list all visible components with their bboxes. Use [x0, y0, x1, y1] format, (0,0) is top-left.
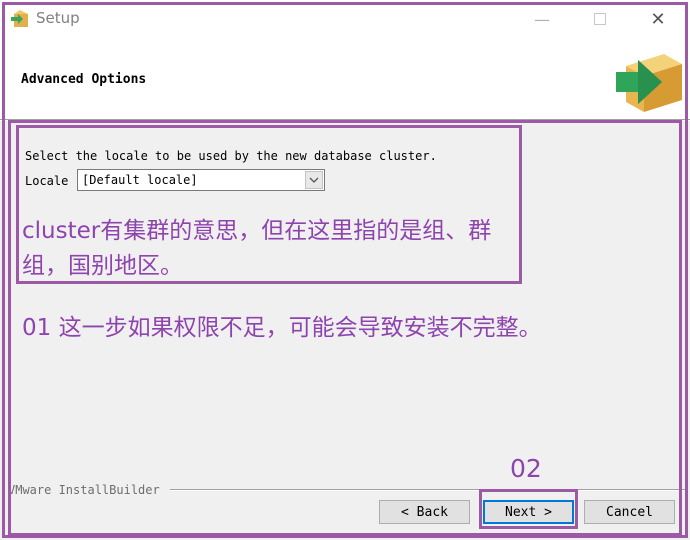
installer-arrow-box-icon [616, 54, 682, 112]
minimize-button[interactable]: — [522, 5, 562, 33]
minimize-icon: — [534, 9, 550, 29]
annotation-note-permissions: 01 这一步如果权限不足，可能会导致安装不完整。 [22, 315, 542, 341]
page-title: Advanced Options [21, 72, 147, 87]
window-title: Setup [36, 9, 80, 27]
wizard-header: Advanced Options [0, 38, 690, 119]
maximize-button[interactable] [580, 5, 620, 33]
close-button[interactable]: ✕ [638, 5, 678, 33]
cancel-button[interactable]: Cancel [584, 500, 675, 524]
title-bar: Setup — ✕ [0, 0, 690, 38]
annotation-label-02: 02 [510, 454, 542, 483]
maximize-icon [594, 13, 606, 25]
setup-window: Setup — ✕ Advanced Options Select the lo… [0, 0, 690, 540]
annotation-note-cluster: cluster有集群的意思，但在这里指的是组、群组，国别地区。 [22, 218, 492, 279]
installbuilder-branding: VMware InstallBuilder [8, 483, 160, 497]
back-button[interactable]: < Back [379, 500, 470, 524]
app-icon [11, 10, 28, 27]
next-button[interactable]: Next > [483, 500, 574, 524]
close-icon: ✕ [650, 8, 666, 30]
footer-divider-highlight [170, 490, 686, 491]
